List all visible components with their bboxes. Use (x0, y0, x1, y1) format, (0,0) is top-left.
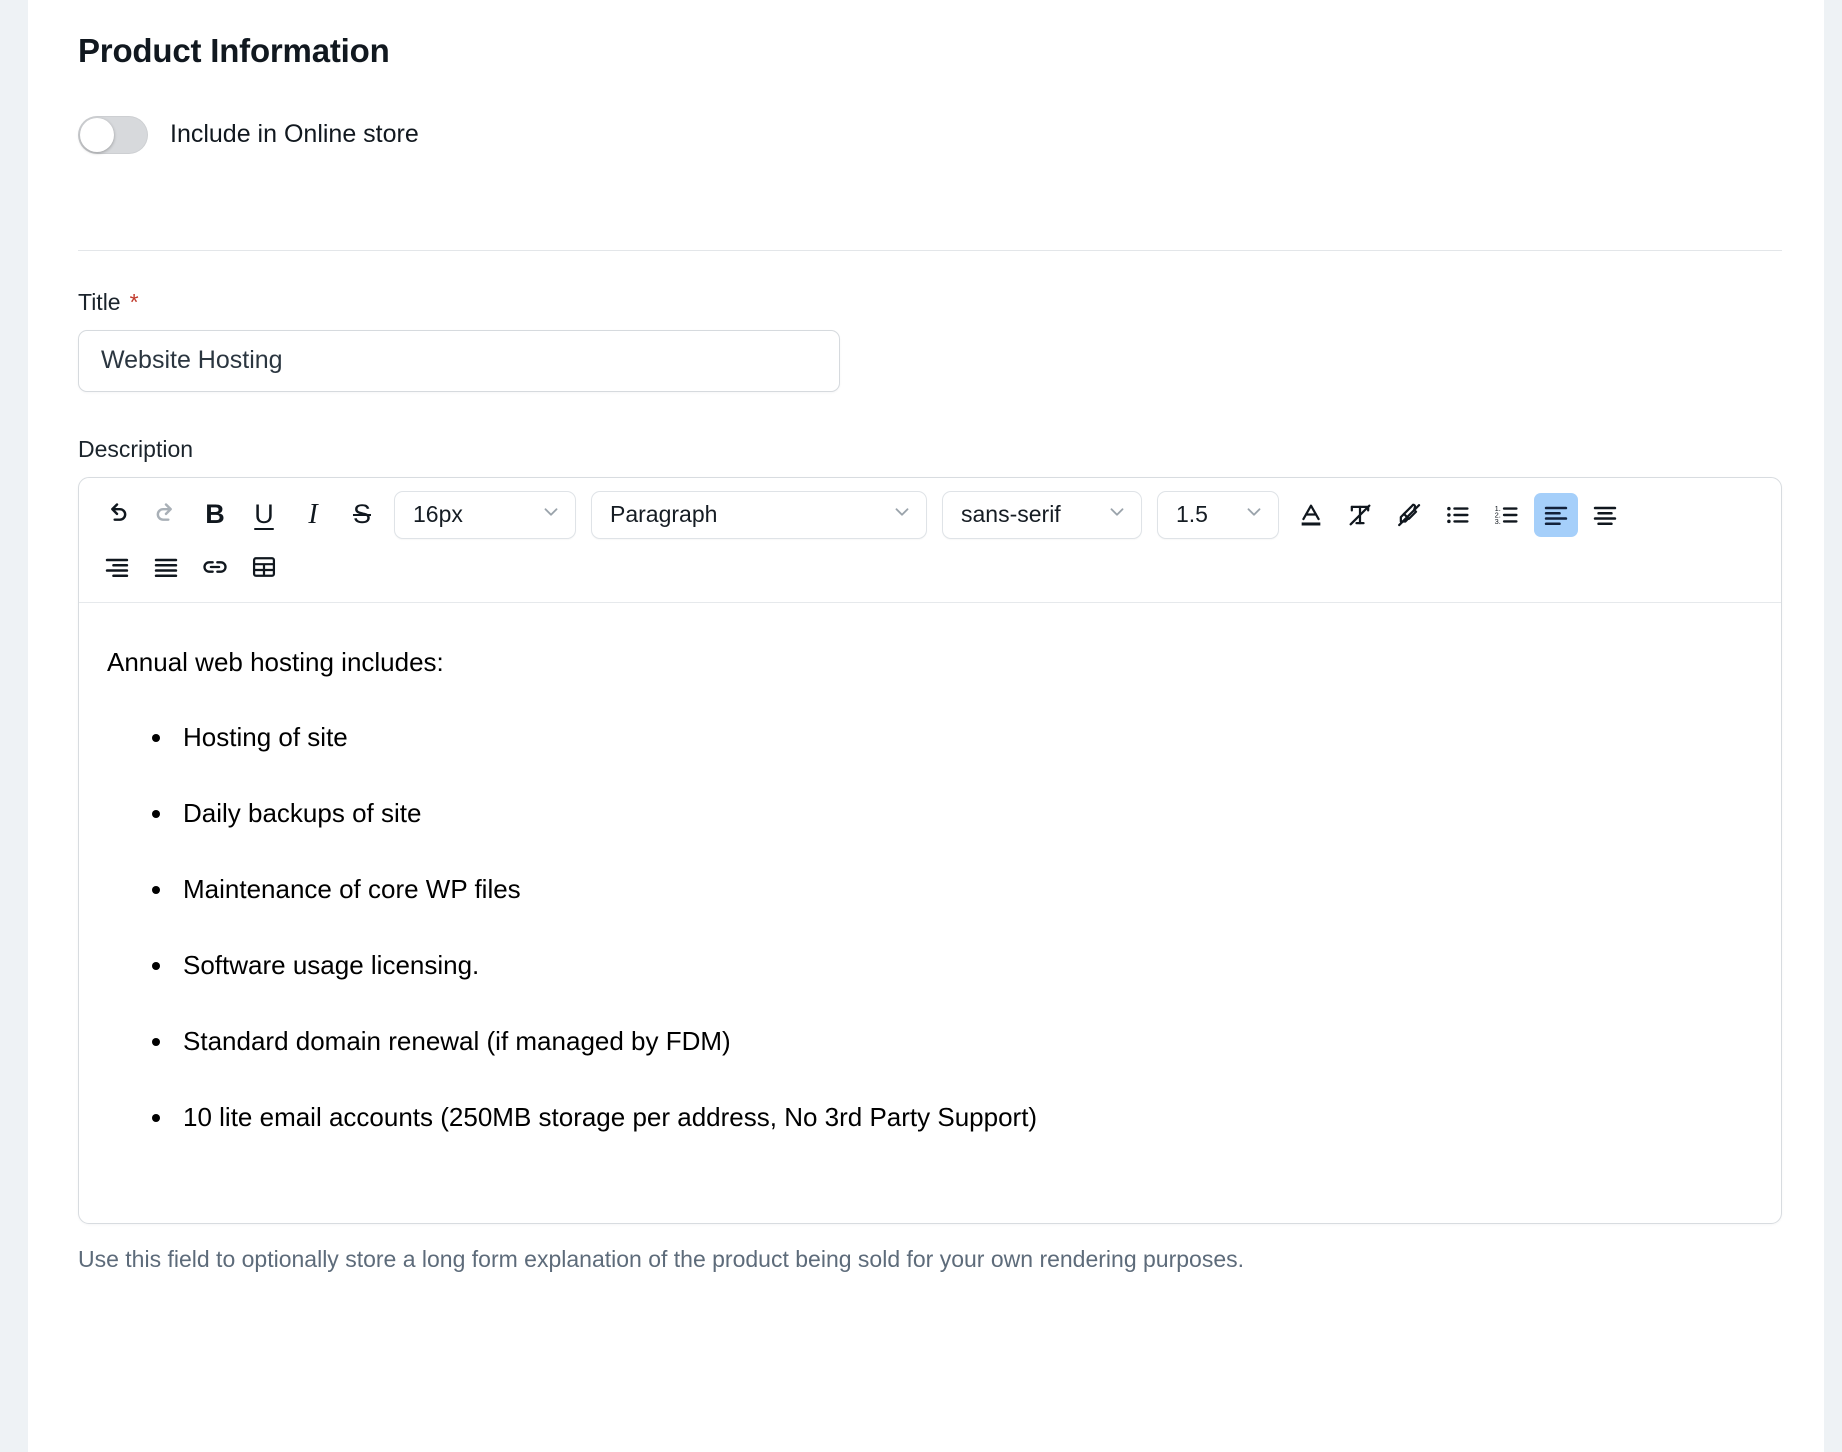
block-format-value: Paragraph (610, 501, 718, 528)
title-label-row: Title * (78, 289, 1782, 316)
page-frame: Product Information Include in Online st… (0, 0, 1842, 1452)
page-title: Product Information (78, 32, 390, 69)
include-in-online-store-label: Include in Online store (170, 120, 419, 149)
align-center-icon[interactable] (1583, 493, 1627, 537)
line-height-select[interactable]: 1.5 (1157, 490, 1279, 539)
clear-formatting-icon[interactable] (1338, 493, 1382, 537)
strikethrough-glyph: S (352, 499, 371, 530)
underline-glyph: U (254, 499, 274, 530)
editor-bullet-list: Hosting of site Daily backups of site Ma… (107, 718, 1753, 1137)
numbered-list-icon[interactable]: 1. 2. 3. (1485, 493, 1529, 537)
toolbar-row-2 (95, 542, 1765, 592)
font-size-select[interactable]: 16px (394, 490, 576, 539)
toolbar-row-1: B U I S 16px Paragraph sans-serif 1.5 1.… (95, 490, 1765, 540)
description-label-row: Description (78, 436, 1782, 463)
editor-intro-paragraph: Annual web hosting includes: (107, 646, 444, 677)
svg-text:3.: 3. (1495, 516, 1501, 525)
chevron-down-icon (891, 501, 913, 528)
block-format-select[interactable]: Paragraph (591, 490, 927, 539)
list-item: Standard domain renewal (if managed by F… (175, 1022, 1753, 1061)
align-left-icon[interactable] (1534, 492, 1578, 537)
align-justify-icon[interactable] (144, 545, 188, 589)
list-item: Daily backups of site (175, 794, 1753, 833)
chevron-down-icon (540, 501, 562, 528)
align-right-icon[interactable] (95, 545, 139, 589)
include-in-online-store-row: Include in Online store (78, 115, 1782, 154)
bullet-list-icon[interactable] (1436, 493, 1480, 537)
description-help-text: Use this field to optionally store a lon… (78, 1245, 1245, 1272)
text-color-icon[interactable] (1289, 493, 1333, 537)
editor-toolbar: B U I S 16px Paragraph sans-serif 1.5 1.… (79, 478, 1781, 603)
list-item: Hosting of site (175, 718, 1753, 757)
underline-icon[interactable]: U (242, 493, 286, 537)
toggle-knob (80, 117, 114, 152)
rich-text-editor: B U I S 16px Paragraph sans-serif 1.5 1.… (78, 476, 1782, 1224)
title-label: Title (78, 288, 121, 315)
highlight-eraser-icon[interactable] (1387, 493, 1431, 537)
list-item: Software usage licensing. (175, 946, 1753, 985)
font-size-value: 16px (413, 501, 463, 528)
undo-icon[interactable] (95, 493, 139, 537)
link-icon[interactable] (193, 545, 237, 589)
chevron-down-icon (1243, 501, 1265, 528)
description-label: Description (78, 435, 194, 462)
italic-icon[interactable]: I (291, 493, 335, 537)
strikethrough-icon[interactable]: S (340, 493, 384, 537)
table-icon[interactable] (242, 545, 286, 589)
font-family-select[interactable]: sans-serif (942, 490, 1142, 539)
bold-icon[interactable]: B (193, 493, 237, 537)
section-divider (78, 249, 1782, 251)
description-field-group: Description B U I S 16px Paragraph sans-… (78, 436, 1782, 1275)
title-input[interactable] (78, 329, 840, 392)
list-item: 10 lite email accounts (250MB storage pe… (175, 1098, 1753, 1137)
font-family-value: sans-serif (961, 501, 1061, 528)
title-field-group: Title * (78, 289, 1782, 392)
bold-glyph: B (205, 499, 225, 530)
editor-content-area[interactable]: Annual web hosting includes: Hosting of … (79, 603, 1781, 1223)
include-in-online-store-toggle[interactable] (78, 115, 148, 154)
line-height-value: 1.5 (1176, 501, 1208, 528)
required-asterisk: * (129, 288, 139, 315)
list-item: Maintenance of core WP files (175, 870, 1753, 909)
italic-glyph: I (308, 498, 318, 530)
right-rail (1824, 0, 1842, 1452)
redo-icon[interactable] (144, 493, 188, 537)
chevron-down-icon (1106, 501, 1128, 528)
product-information-form: Product Information Include in Online st… (78, 0, 1782, 1275)
